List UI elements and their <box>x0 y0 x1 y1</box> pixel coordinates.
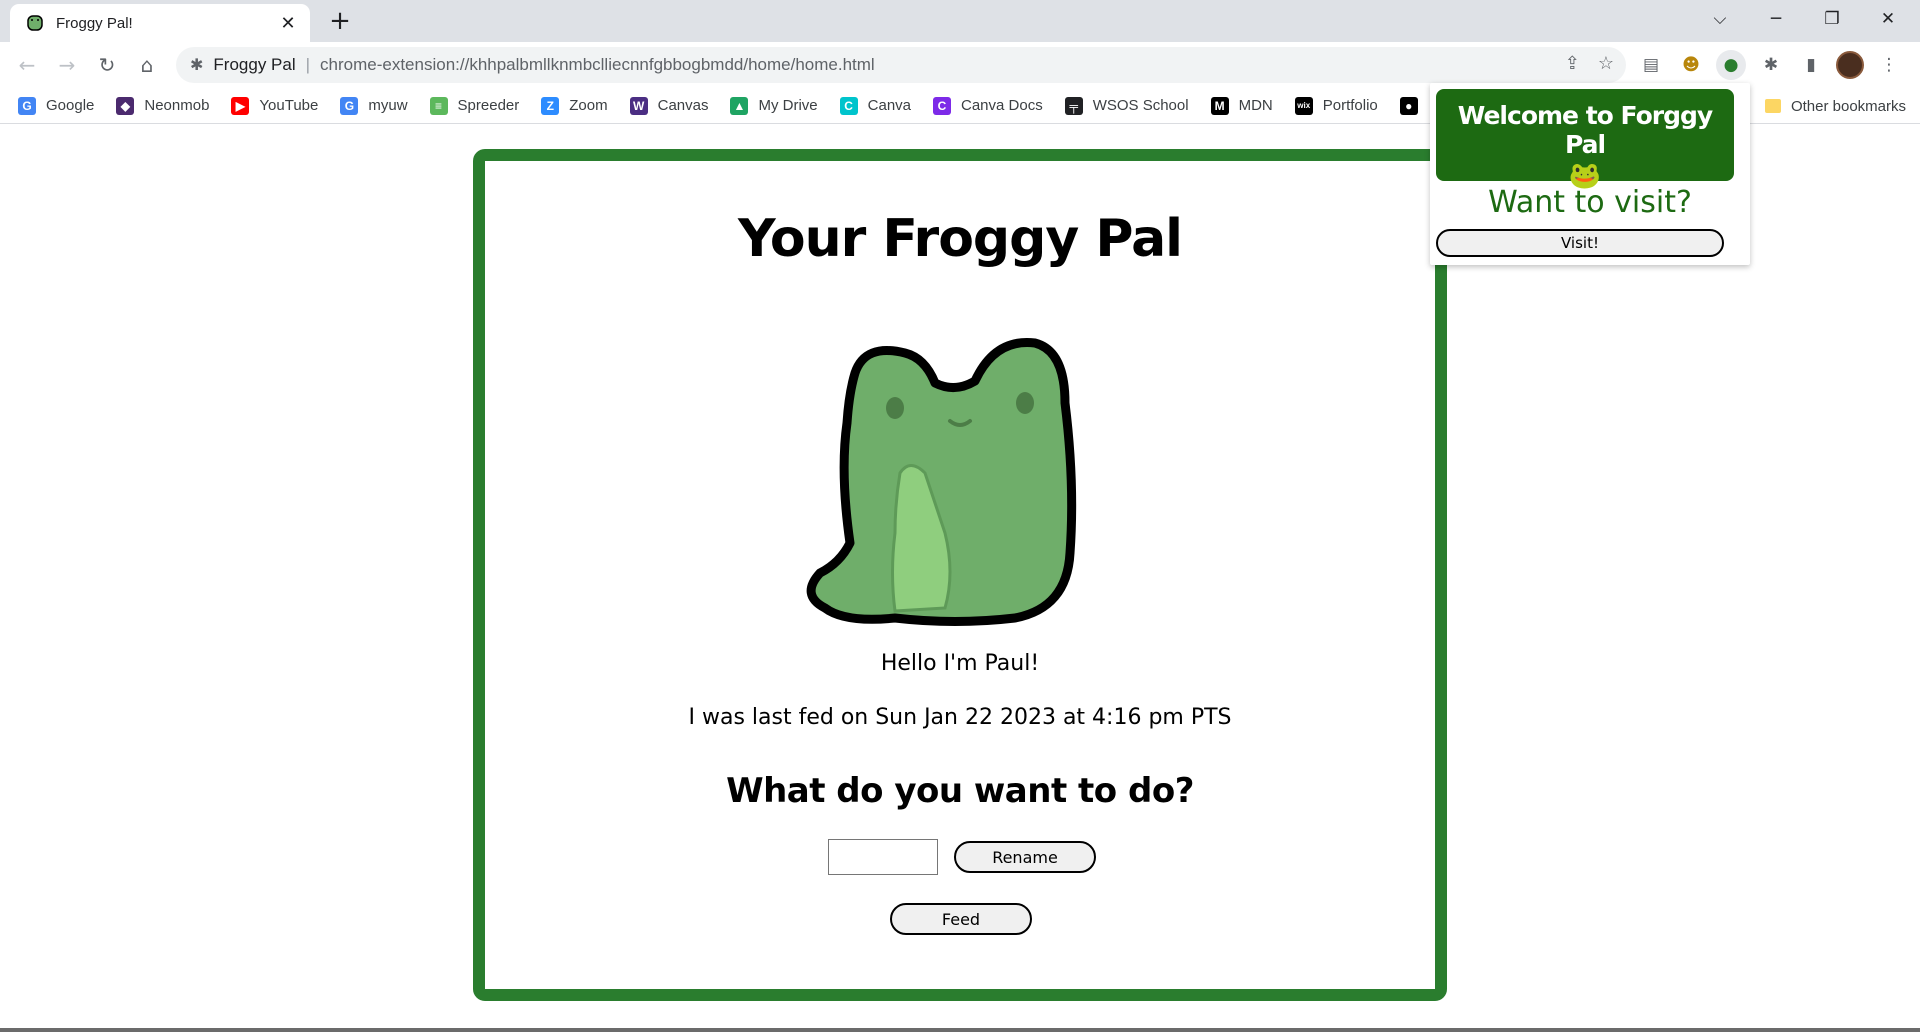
bookmark-item[interactable]: W Canvas <box>629 96 709 115</box>
wsos-icon: ╤ <box>1064 96 1083 115</box>
neonmob-icon: ◆ <box>116 96 135 115</box>
site-name: Froggy Pal <box>213 55 296 74</box>
feed-button[interactable]: Feed <box>890 903 1032 935</box>
wix-icon: wix <box>1294 96 1313 115</box>
bookmark-item[interactable]: Gmyuw <box>340 96 408 115</box>
url-text: chrome-extension://khhpalbmllknmbclliecn… <box>320 55 875 74</box>
share-icon[interactable]: ⇪ <box>1565 53 1580 74</box>
bookmark-label: Google <box>46 97 95 114</box>
other-bookmarks[interactable]: Other bookmarks <box>1764 88 1906 124</box>
youtube-icon: ▶ <box>231 96 250 115</box>
popup-header: Welcome to Forggy Pal 🐸 <box>1436 89 1734 191</box>
bookmark-label: WSOS School <box>1092 97 1189 114</box>
cowboy-extension-icon[interactable]: ☻ <box>1676 50 1706 80</box>
bookmark-item[interactable]: ▲ My Drive <box>730 96 818 115</box>
address-bar[interactable]: ✱ Froggy Pal | chrome-extension://khhpal… <box>176 47 1626 83</box>
tab-close-icon[interactable]: ✕ <box>278 13 298 34</box>
canva-icon: C <box>933 96 951 115</box>
zoom-icon: Z <box>541 96 560 115</box>
reload-icon[interactable]: ↻ <box>92 50 122 80</box>
close-window-icon[interactable]: ✕ <box>1860 0 1916 38</box>
browser-toolbar: ← → ↻ ⌂ ✱ Froggy Pal | chrome-extension:… <box>0 42 1920 88</box>
bookmark-item[interactable]: ◆ Neonmob <box>116 96 210 115</box>
minimize-icon[interactable]: ─ <box>1748 0 1804 38</box>
back-icon[interactable]: ← <box>12 50 42 80</box>
bookmark-label: My Drive <box>758 97 818 114</box>
bookmark-item[interactable]: ≡ Spreeder <box>429 96 520 115</box>
taskbar-edge <box>0 1028 1920 1032</box>
bookmark-label: YouTube <box>259 97 319 114</box>
bookmark-item[interactable]: Z Zoom <box>541 96 608 115</box>
bookmark-label: Canva <box>867 97 911 114</box>
bookmark-item[interactable]: ● <box>1399 96 1428 115</box>
spreeder-icon: ≡ <box>429 96 448 115</box>
google-icon: G <box>340 96 359 115</box>
reader-extension-icon[interactable]: ▤ <box>1636 50 1666 80</box>
frog-favicon-icon <box>27 15 43 31</box>
new-tab-icon[interactable]: + <box>325 6 355 36</box>
bookmark-item[interactable]: M MDN <box>1210 96 1273 115</box>
bookmark-label: Canvas <box>657 97 709 114</box>
froggy-pal-card: Your Froggy Pal Hello I'm Paul! I was la… <box>473 149 1447 1001</box>
extension-puzzle-icon: ✱ <box>190 57 204 74</box>
folder-icon <box>1764 99 1781 113</box>
bookmark-item[interactable]: wix Portfolio <box>1294 96 1378 115</box>
bookmark-label: Canva Docs <box>961 97 1043 114</box>
bookmark-item[interactable]: C Canva Docs <box>933 96 1043 115</box>
tab-title: Froggy Pal! <box>56 14 133 32</box>
other-bookmarks-label: Other bookmarks <box>1790 97 1906 115</box>
rename-row: Rename <box>485 839 1435 875</box>
popup-title: Welcome to Forggy Pal <box>1457 101 1713 159</box>
bookmark-item[interactable]: ▶ YouTube <box>231 96 319 115</box>
home-icon[interactable]: ⌂ <box>132 50 162 80</box>
rename-input[interactable] <box>828 839 938 875</box>
frog-illustration <box>806 337 1077 626</box>
profile-avatar[interactable] <box>1836 51 1864 79</box>
extensions-puzzle-icon[interactable]: ✱ <box>1756 50 1786 80</box>
action-question: What do you want to do? <box>726 771 1194 811</box>
forward-icon[interactable]: → <box>52 50 82 80</box>
mdn-icon: M <box>1210 96 1229 115</box>
bookmark-item[interactable]: G Google <box>18 96 95 115</box>
popup-question: Want to visit? <box>1488 185 1692 220</box>
url-separator: | <box>305 55 311 74</box>
frog-greeting: Hello I'm Paul! <box>880 651 1040 676</box>
side-panel-icon[interactable]: ▮ <box>1796 50 1826 80</box>
page-title: Your Froggy Pal <box>737 209 1183 269</box>
extension-popup: Welcome to Forggy Pal 🐸 Want to visit? V… <box>1430 83 1750 265</box>
bookmark-label: Zoom <box>569 97 608 114</box>
froggy-pal-extension-icon[interactable]: ● <box>1716 50 1746 80</box>
bookmark-item[interactable]: C Canva <box>839 96 911 115</box>
drive-icon: ▲ <box>730 96 749 115</box>
browser-tab[interactable]: Froggy Pal! ✕ <box>10 4 310 42</box>
canvas-uw-icon: W <box>629 96 648 115</box>
canva-icon: C <box>839 96 858 115</box>
restore-icon[interactable]: ❐ <box>1804 0 1860 38</box>
bookmark-label: Spreeder <box>457 97 520 114</box>
bookmark-label: Neonmob <box>144 97 210 114</box>
tab-strip: Froggy Pal! ✕ + ⌵ ─ ❐ ✕ <box>0 0 1920 42</box>
bookmark-label: MDN <box>1238 97 1273 114</box>
google-icon: G <box>18 96 36 115</box>
visit-button[interactable]: Visit! <box>1436 229 1724 257</box>
rename-button[interactable]: Rename <box>954 841 1096 873</box>
bookmark-label: Portfolio <box>1322 97 1378 114</box>
bookmark-item[interactable]: ╤ WSOS School <box>1064 96 1189 115</box>
last-fed-text: I was last fed on Sun Jan 22 2023 at 4:1… <box>688 705 1232 730</box>
bookmark-star-icon[interactable]: ☆ <box>1598 53 1614 74</box>
tab-search-icon[interactable]: ⌵ <box>1692 0 1748 38</box>
github-icon: ● <box>1399 96 1418 115</box>
menu-kebab-icon[interactable]: ⋮ <box>1874 50 1904 80</box>
bookmark-label: myuw <box>368 97 408 114</box>
